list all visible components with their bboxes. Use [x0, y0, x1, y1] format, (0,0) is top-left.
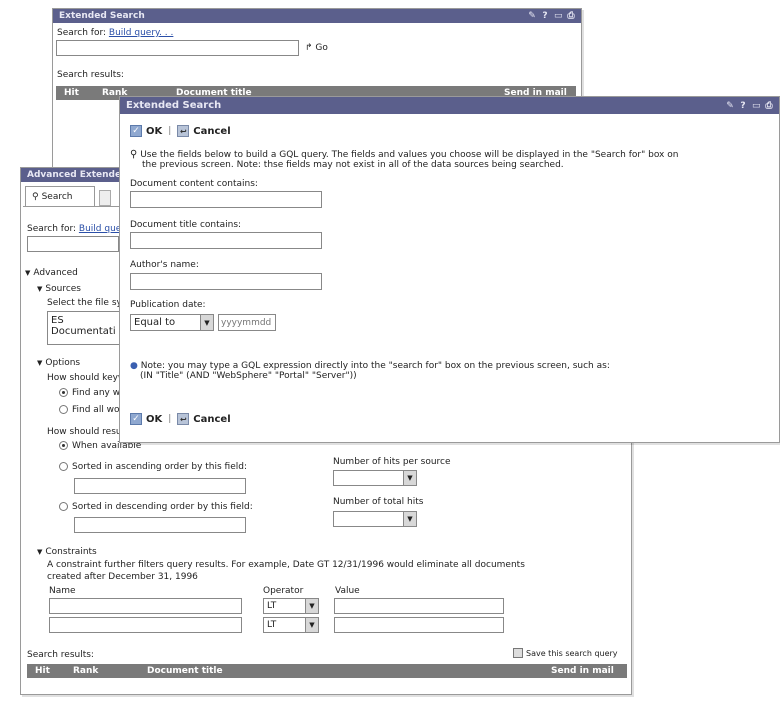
top-action-bar: ✓ OK | ↩ Cancel [130, 125, 231, 137]
front-window: Extended Search ✎ ? ▭ ⎙ ✓ OK | ↩ Cancel ⚲ … [119, 96, 780, 443]
check-icon: ✓ [130, 413, 142, 425]
mid-search-for: Search for: Build query [27, 224, 131, 234]
tab-other[interactable] [99, 190, 111, 206]
col-document-title[interactable]: Document title [147, 666, 223, 676]
author-input[interactable] [130, 273, 322, 290]
ok-button[interactable]: ✓ OK [130, 413, 162, 425]
sort-asc-field[interactable] [74, 478, 246, 494]
tab-search[interactable]: ⚲ Search [25, 186, 95, 206]
minimize-icon[interactable]: ▭ [752, 101, 761, 111]
mid-search-input[interactable] [27, 236, 119, 252]
keywords-prompt: How should keyw [47, 373, 126, 383]
constraints-text-2: created after December 31, 1996 [47, 572, 198, 582]
back-window-title: Extended Search [59, 11, 145, 21]
front-window-titlebar: Extended Search ✎ ? ▭ ⎙ [120, 97, 779, 114]
constraint-name-1[interactable] [49, 598, 242, 614]
front-window-title: Extended Search [126, 100, 222, 111]
save-icon [513, 648, 523, 658]
search-icon: ⚲ [32, 191, 39, 202]
info-icon: ● [130, 361, 138, 371]
sort-asc-radio[interactable]: Sorted in ascending order by this field: [59, 462, 247, 472]
constraint-name-2[interactable] [49, 617, 242, 633]
go-arrow-icon: ↱ [305, 43, 313, 53]
back-search-input[interactable] [56, 40, 299, 56]
minimize-icon[interactable]: ▭ [554, 11, 563, 21]
sources-section[interactable]: ▼ Sources [37, 284, 81, 294]
pubdate-operator-select[interactable]: Equal to ▼ [130, 314, 214, 331]
value-header: Value [335, 586, 360, 596]
info-text: ⚲ Use the fields below to build a GQL qu… [130, 149, 679, 170]
back-window-titlebar: Extended Search ✎ ? ▭ ⎙ [53, 9, 581, 23]
total-hits-select[interactable]: ▼ [333, 511, 417, 527]
mid-search-results-label: Search results: [27, 650, 94, 660]
cancel-button[interactable]: ↩ Cancel [177, 125, 231, 137]
back-go-button[interactable]: ↱ Go [305, 43, 328, 53]
content-input[interactable] [130, 191, 322, 208]
pubdate-label: Publication date: [130, 300, 206, 310]
hits-per-source-label: Number of hits per source [333, 457, 451, 467]
title-label: Document title contains: [130, 220, 242, 230]
sources-list[interactable]: ES Documentati [47, 311, 127, 345]
col-hit[interactable]: Hit [35, 666, 50, 676]
author-label: Author's name: [130, 260, 199, 270]
constraint-operator-2[interactable]: LT ▼ [263, 617, 319, 633]
note-text: ● Note: you may type a GQL expression di… [130, 361, 610, 381]
content-label: Document content contains: [130, 179, 258, 189]
results-prompt: How should resu [47, 427, 122, 437]
chevron-down-icon: ▼ [403, 512, 416, 526]
col-hit[interactable]: Hit [64, 88, 79, 98]
mid-results-header: Hit Rank Document title Send in mail [27, 664, 627, 678]
hits-per-source-select[interactable]: ▼ [333, 470, 417, 486]
ok-button[interactable]: ✓ OK [130, 125, 162, 137]
chevron-down-icon: ▼ [305, 618, 318, 632]
sources-prompt: Select the file sy [47, 298, 122, 308]
pubdate-input[interactable] [218, 314, 276, 331]
name-header: Name [49, 586, 76, 596]
print-icon[interactable]: ⎙ [567, 11, 575, 21]
cancel-button[interactable]: ↩ Cancel [177, 413, 231, 425]
cancel-icon: ↩ [177, 125, 190, 137]
print-icon[interactable]: ⎙ [765, 101, 773, 111]
constraints-section[interactable]: ▼ Constraints [37, 547, 97, 557]
constraints-text-1: A constraint further filters query resul… [47, 560, 525, 570]
save-query-button[interactable]: Save this search query [513, 648, 618, 658]
constraint-operator-1[interactable]: LT ▼ [263, 598, 319, 614]
back-build-query-link[interactable]: Build query. . . [109, 28, 173, 38]
operator-header: Operator [263, 586, 304, 596]
total-hits-label: Number of total hits [333, 497, 424, 507]
cancel-icon: ↩ [177, 413, 190, 425]
sort-desc-field[interactable] [74, 517, 246, 533]
find-any-radio[interactable]: Find any w [59, 388, 120, 398]
options-section[interactable]: ▼ Options [37, 358, 80, 368]
constraint-value-1[interactable] [334, 598, 504, 614]
back-search-for: Search for: Build query. . . [57, 28, 174, 38]
chevron-down-icon: ▼ [305, 599, 318, 613]
pencil-icon[interactable]: ✎ [528, 11, 536, 21]
advanced-section[interactable]: ▼ Advanced [25, 268, 78, 278]
find-all-radio[interactable]: Find all wo [59, 405, 120, 415]
sort-desc-radio[interactable]: Sorted in descending order by this field… [59, 502, 253, 512]
pencil-icon[interactable]: ✎ [726, 101, 734, 111]
help-icon[interactable]: ? [739, 101, 747, 111]
check-icon: ✓ [130, 125, 142, 137]
title-input[interactable] [130, 232, 322, 249]
search-icon: ⚲ [130, 149, 138, 160]
chevron-down-icon: ▼ [403, 471, 416, 485]
bottom-action-bar: ✓ OK | ↩ Cancel [130, 413, 231, 425]
chevron-down-icon: ▼ [200, 315, 213, 330]
col-rank[interactable]: Rank [73, 666, 98, 676]
back-search-results-label: Search results: [57, 70, 124, 80]
col-send-in-mail[interactable]: Send in mail [551, 666, 614, 676]
help-icon[interactable]: ? [541, 11, 549, 21]
constraint-value-2[interactable] [334, 617, 504, 633]
